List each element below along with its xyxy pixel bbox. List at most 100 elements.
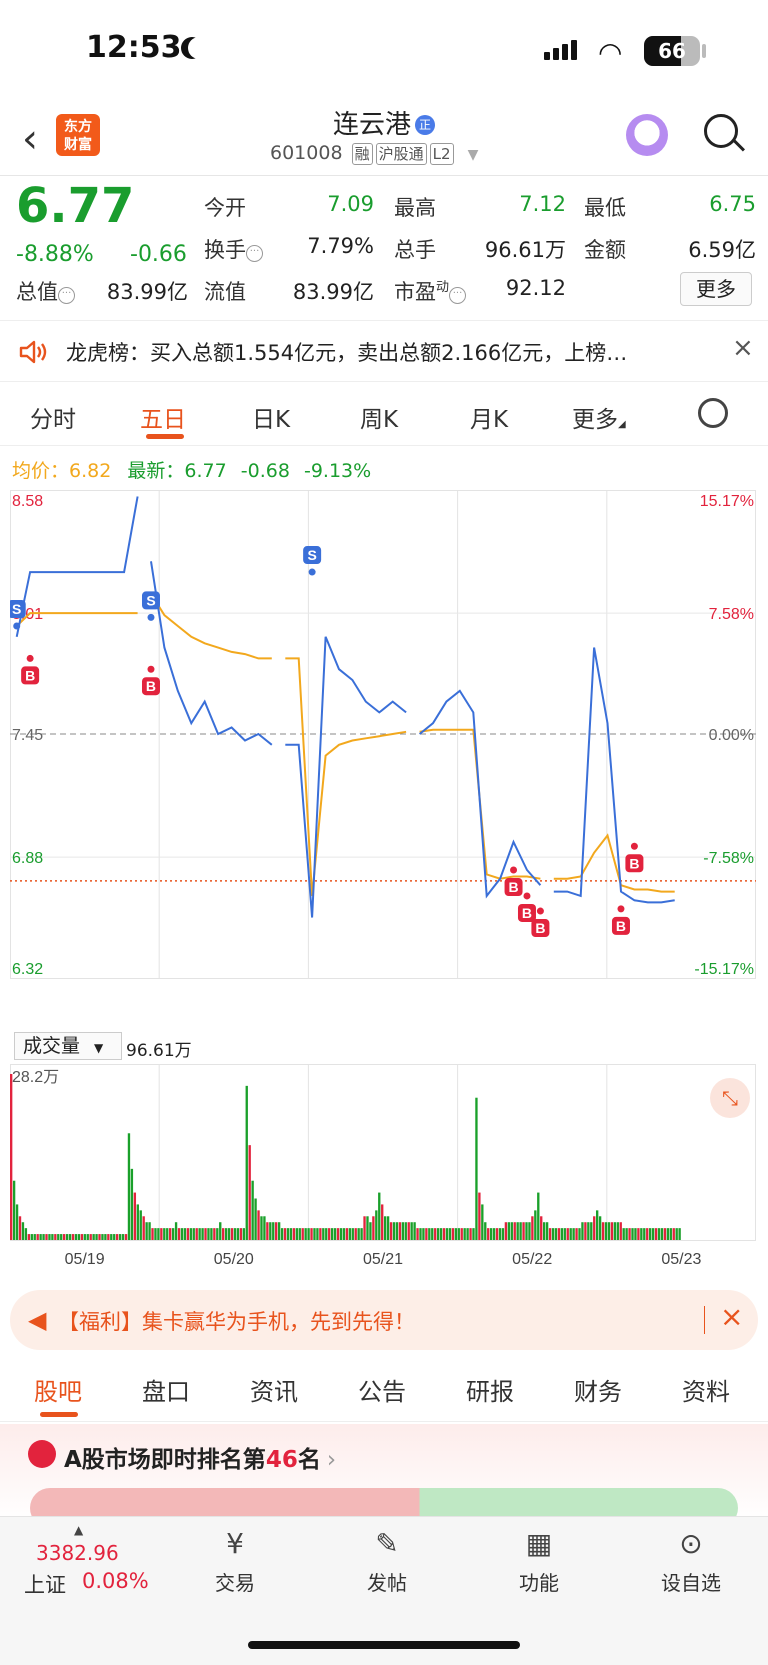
volume-bar (548, 1228, 552, 1240)
volume-bar (442, 1228, 446, 1240)
volume-bar (439, 1228, 443, 1240)
volume-bar (160, 1228, 163, 1240)
tab-profile[interactable]: 资料 (682, 1372, 730, 1407)
info-icon[interactable]: ··· (58, 287, 75, 304)
volume-chart[interactable]: 28.2万 05/19 05/20 05/21 05/22 05/23 (10, 1064, 756, 1276)
volume-bar (422, 1228, 425, 1240)
volume-bar (492, 1228, 496, 1240)
info-icon[interactable]: ··· (246, 245, 263, 262)
gear-icon[interactable] (698, 398, 728, 428)
volume-bar (92, 1234, 95, 1240)
sell-marker: S (10, 600, 26, 619)
dragon-tiger-notice[interactable]: 龙虎榜：买入总额1.554亿元，卖出总额2.166亿元，上榜… × (0, 320, 768, 382)
info-icon[interactable]: ··· (449, 287, 467, 304)
yen-icon: ¥ (226, 1527, 244, 1560)
x-day-label: 05/22 (512, 1251, 552, 1268)
index-name[interactable]: 上证 (24, 1569, 66, 1599)
tab-intraday[interactable]: 分时 (30, 400, 76, 434)
tab-financials[interactable]: 财务 (574, 1372, 622, 1407)
volume-bar (330, 1228, 334, 1240)
tab-daily-k[interactable]: 日K (252, 400, 290, 434)
volume-bar (80, 1234, 84, 1240)
volume-bar (369, 1222, 372, 1240)
volume-bar (157, 1228, 160, 1240)
volume-bar (260, 1216, 263, 1240)
tab-forum[interactable]: 股吧 (34, 1372, 82, 1407)
volume-bar (619, 1222, 622, 1240)
volume-bar (222, 1228, 225, 1240)
volume-bar (657, 1228, 661, 1240)
market-rank-card[interactable]: A股市场即时排名第46名 › (0, 1424, 768, 1528)
tab-weekly-k[interactable]: 周K (360, 400, 398, 434)
volume-bar (531, 1216, 534, 1240)
volume-bar (136, 1204, 139, 1240)
volume-bar (216, 1228, 219, 1240)
volume-bar (18, 1216, 22, 1240)
latest-pct: -9.13% (303, 460, 372, 482)
volume-bar (481, 1204, 484, 1240)
value-low: 6.75 (709, 192, 756, 216)
active-tab-indicator (146, 434, 184, 439)
volume-bar (325, 1228, 328, 1240)
close-icon[interactable]: × (732, 333, 754, 363)
active-tab-indicator (40, 1412, 78, 1417)
volume-bar (537, 1192, 540, 1240)
promo-banner[interactable]: ◀ 【福利】集卡赢华为手机，先到先得！ × (10, 1290, 758, 1350)
x-day-label: 05/20 (214, 1251, 254, 1268)
cellular-signal-icon (544, 40, 580, 60)
tab-monthly-k[interactable]: 月K (470, 400, 508, 434)
tab-research[interactable]: 研报 (466, 1372, 514, 1407)
volume-bar (584, 1222, 587, 1240)
x-day-label: 05/23 (661, 1251, 701, 1268)
marker-label: B (146, 678, 156, 694)
tab-more[interactable]: 更多◢ (572, 400, 626, 434)
functions-button[interactable]: ▦ 功能 (494, 1527, 584, 1596)
volume-bar (578, 1228, 581, 1240)
label-amount: 金额 (584, 238, 626, 262)
more-button[interactable]: 更多 (680, 272, 752, 306)
volume-bar (148, 1222, 151, 1240)
label-market-cap: 总值 ··· (16, 276, 75, 306)
volume-bar (336, 1228, 340, 1240)
volume-bar (251, 1180, 254, 1240)
volume-bar (163, 1228, 166, 1240)
trade-button[interactable]: ¥ 交易 (190, 1527, 280, 1596)
label-turnover: 换手 ··· (204, 234, 263, 264)
volume-bar (392, 1222, 396, 1240)
tab-news[interactable]: 资讯 (250, 1372, 298, 1407)
five-day-price-chart[interactable]: 8.58 15.17%8.01 7.58%7.45 0.00%6.88 -7.58%6.… (10, 490, 756, 1026)
tab-order-book[interactable]: 盘口 (142, 1372, 190, 1407)
volume-bar (651, 1228, 655, 1240)
tab-announcements[interactable]: 公告 (358, 1372, 406, 1407)
volume-bar (77, 1234, 81, 1240)
index-pct[interactable]: 0.08% (82, 1569, 149, 1593)
y-tick-right: -7.58% (703, 850, 754, 867)
marker-label: B (522, 905, 532, 921)
volume-bar (510, 1222, 513, 1240)
post-button[interactable]: ✎ 发帖 (342, 1527, 432, 1596)
volume-bar (171, 1228, 175, 1240)
expand-icon[interactable]: ⤡ (710, 1078, 750, 1118)
name-badge: 正 (415, 115, 435, 135)
volume-bar (269, 1222, 272, 1240)
label-pe-sup: 动 (436, 280, 450, 295)
volume-bar (381, 1204, 384, 1240)
rank-text: A股市场即时排名第46名 › (64, 1440, 336, 1474)
volume-bar (542, 1222, 546, 1240)
volume-bar (42, 1234, 45, 1240)
volume-bar (540, 1216, 543, 1240)
tab-five-day[interactable]: 五日 (140, 400, 186, 434)
index-value[interactable]: 3382.96 (36, 1541, 119, 1565)
stock-code-row[interactable]: 601008 融沪股通 L2 ▼ (270, 142, 478, 165)
volume-indicator-select[interactable]: 成交量 ▼ (14, 1032, 122, 1060)
stock-code: 601008 (270, 142, 343, 164)
volume-bar (201, 1228, 204, 1240)
volume-bar (498, 1228, 502, 1240)
volume-bar (183, 1228, 187, 1240)
assistant-robot-icon[interactable] (626, 114, 668, 156)
add-watchlist-button[interactable]: ⊙ 设自选 (646, 1527, 736, 1596)
volume-bar (54, 1234, 57, 1240)
close-icon[interactable]: × (720, 1300, 743, 1333)
marker-label: B (508, 879, 518, 895)
search-icon[interactable] (704, 114, 738, 148)
